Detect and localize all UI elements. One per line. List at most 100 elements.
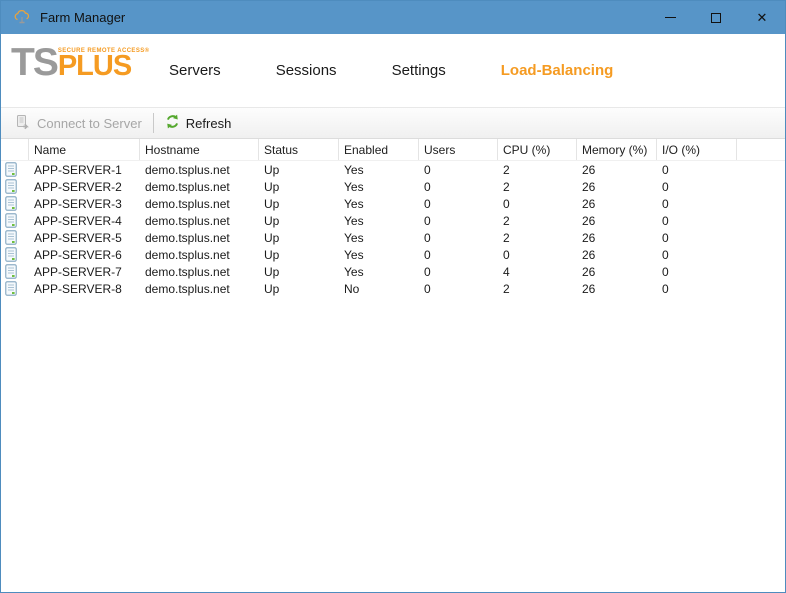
cell-status: Up (259, 246, 339, 263)
cell-cpu: 0 (498, 246, 577, 263)
table-row[interactable]: APP-SERVER-5demo.tsplus.netUpYes02260 (1, 229, 785, 246)
cell-name: APP-SERVER-1 (29, 161, 140, 178)
minimize-icon (665, 17, 676, 18)
cell-users: 0 (419, 178, 498, 195)
cell-status: Up (259, 212, 339, 229)
refresh-icon (165, 114, 180, 132)
cell-filler (737, 195, 785, 212)
server-icon (1, 195, 29, 212)
tab-load-balancing[interactable]: Load-Balancing (501, 62, 614, 79)
cell-hostname: demo.tsplus.net (140, 280, 259, 297)
minimize-button[interactable] (647, 1, 693, 34)
header-io[interactable]: I/O (%) (657, 139, 737, 160)
cell-name: APP-SERVER-6 (29, 246, 140, 263)
header-cpu[interactable]: CPU (%) (498, 139, 577, 160)
header-hostname[interactable]: Hostname (140, 139, 259, 160)
table-row[interactable]: APP-SERVER-7demo.tsplus.netUpYes04260 (1, 263, 785, 280)
maximize-button[interactable] (693, 1, 739, 34)
cell-status: Up (259, 178, 339, 195)
cell-cpu: 4 (498, 263, 577, 280)
farm-manager-window: Farm Manager ✕ TS SECURE REMOTE ACCESS® … (0, 0, 786, 593)
cell-memory: 26 (577, 263, 657, 280)
logo-plus-text: PLUS (58, 55, 150, 78)
logo-ts-text: TS (11, 48, 57, 78)
tsplus-logo: TS SECURE REMOTE ACCESS® PLUS (11, 48, 149, 78)
cell-filler (737, 229, 785, 246)
table-row[interactable]: APP-SERVER-8demo.tsplus.netUpNo02260 (1, 280, 785, 297)
refresh-button[interactable]: Refresh (159, 111, 238, 135)
maximize-icon (711, 13, 721, 23)
cell-io: 0 (657, 212, 737, 229)
cell-io: 0 (657, 161, 737, 178)
cell-memory: 26 (577, 280, 657, 297)
table-row[interactable]: APP-SERVER-6demo.tsplus.netUpYes00260 (1, 246, 785, 263)
cell-status: Up (259, 280, 339, 297)
cell-users: 0 (419, 212, 498, 229)
cell-filler (737, 280, 785, 297)
tab-settings[interactable]: Settings (392, 62, 446, 79)
server-connect-icon (15, 114, 31, 133)
cell-enabled: Yes (339, 229, 419, 246)
cell-name: APP-SERVER-3 (29, 195, 140, 212)
cell-name: APP-SERVER-7 (29, 263, 140, 280)
cell-cpu: 2 (498, 161, 577, 178)
header-name[interactable]: Name (29, 139, 140, 160)
close-button[interactable]: ✕ (739, 1, 785, 34)
cell-hostname: demo.tsplus.net (140, 195, 259, 212)
cell-memory: 26 (577, 229, 657, 246)
cell-hostname: demo.tsplus.net (140, 161, 259, 178)
cell-memory: 26 (577, 178, 657, 195)
cell-users: 0 (419, 161, 498, 178)
tab-servers[interactable]: Servers (169, 62, 221, 79)
cell-name: APP-SERVER-5 (29, 229, 140, 246)
cell-filler (737, 246, 785, 263)
cell-io: 0 (657, 195, 737, 212)
header-icon-column[interactable] (1, 139, 29, 160)
titlebar: Farm Manager ✕ (1, 1, 785, 34)
server-icon (1, 229, 29, 246)
cell-status: Up (259, 263, 339, 280)
cell-cpu: 0 (498, 195, 577, 212)
cell-status: Up (259, 195, 339, 212)
window-title: Farm Manager (40, 10, 125, 25)
cell-name: APP-SERVER-8 (29, 280, 140, 297)
cell-memory: 26 (577, 161, 657, 178)
table-row[interactable]: APP-SERVER-2demo.tsplus.netUpYes02260 (1, 178, 785, 195)
server-icon (1, 263, 29, 280)
nav-tabs: Servers Sessions Settings Load-Balancing (169, 34, 613, 107)
tab-sessions[interactable]: Sessions (276, 62, 337, 79)
cell-users: 0 (419, 280, 498, 297)
server-icon (1, 246, 29, 263)
cell-filler (737, 161, 785, 178)
table-row[interactable]: APP-SERVER-1demo.tsplus.netUpYes02260 (1, 161, 785, 178)
cell-status: Up (259, 161, 339, 178)
cell-users: 0 (419, 229, 498, 246)
cell-hostname: demo.tsplus.net (140, 178, 259, 195)
server-icon (1, 161, 29, 178)
header-filler (737, 139, 785, 160)
connect-to-server-button[interactable]: Connect to Server (9, 111, 148, 135)
cell-enabled: Yes (339, 161, 419, 178)
table-row[interactable]: APP-SERVER-4demo.tsplus.netUpYes02260 (1, 212, 785, 229)
cell-users: 0 (419, 263, 498, 280)
cell-enabled: Yes (339, 212, 419, 229)
cell-cpu: 2 (498, 178, 577, 195)
cell-hostname: demo.tsplus.net (140, 229, 259, 246)
header-memory[interactable]: Memory (%) (577, 139, 657, 160)
cell-name: APP-SERVER-2 (29, 178, 140, 195)
toolbar: Connect to Server Refresh (1, 107, 785, 139)
cell-status: Up (259, 229, 339, 246)
header-users[interactable]: Users (419, 139, 498, 160)
server-icon (1, 178, 29, 195)
server-icon (1, 280, 29, 297)
cell-memory: 26 (577, 195, 657, 212)
cell-name: APP-SERVER-4 (29, 212, 140, 229)
connect-to-server-label: Connect to Server (37, 116, 142, 131)
table-body: APP-SERVER-1demo.tsplus.netUpYes02260APP… (1, 161, 785, 297)
table-row[interactable]: APP-SERVER-3demo.tsplus.netUpYes00260 (1, 195, 785, 212)
header-status[interactable]: Status (259, 139, 339, 160)
cell-enabled: Yes (339, 263, 419, 280)
cell-enabled: Yes (339, 195, 419, 212)
cell-hostname: demo.tsplus.net (140, 246, 259, 263)
header-enabled[interactable]: Enabled (339, 139, 419, 160)
